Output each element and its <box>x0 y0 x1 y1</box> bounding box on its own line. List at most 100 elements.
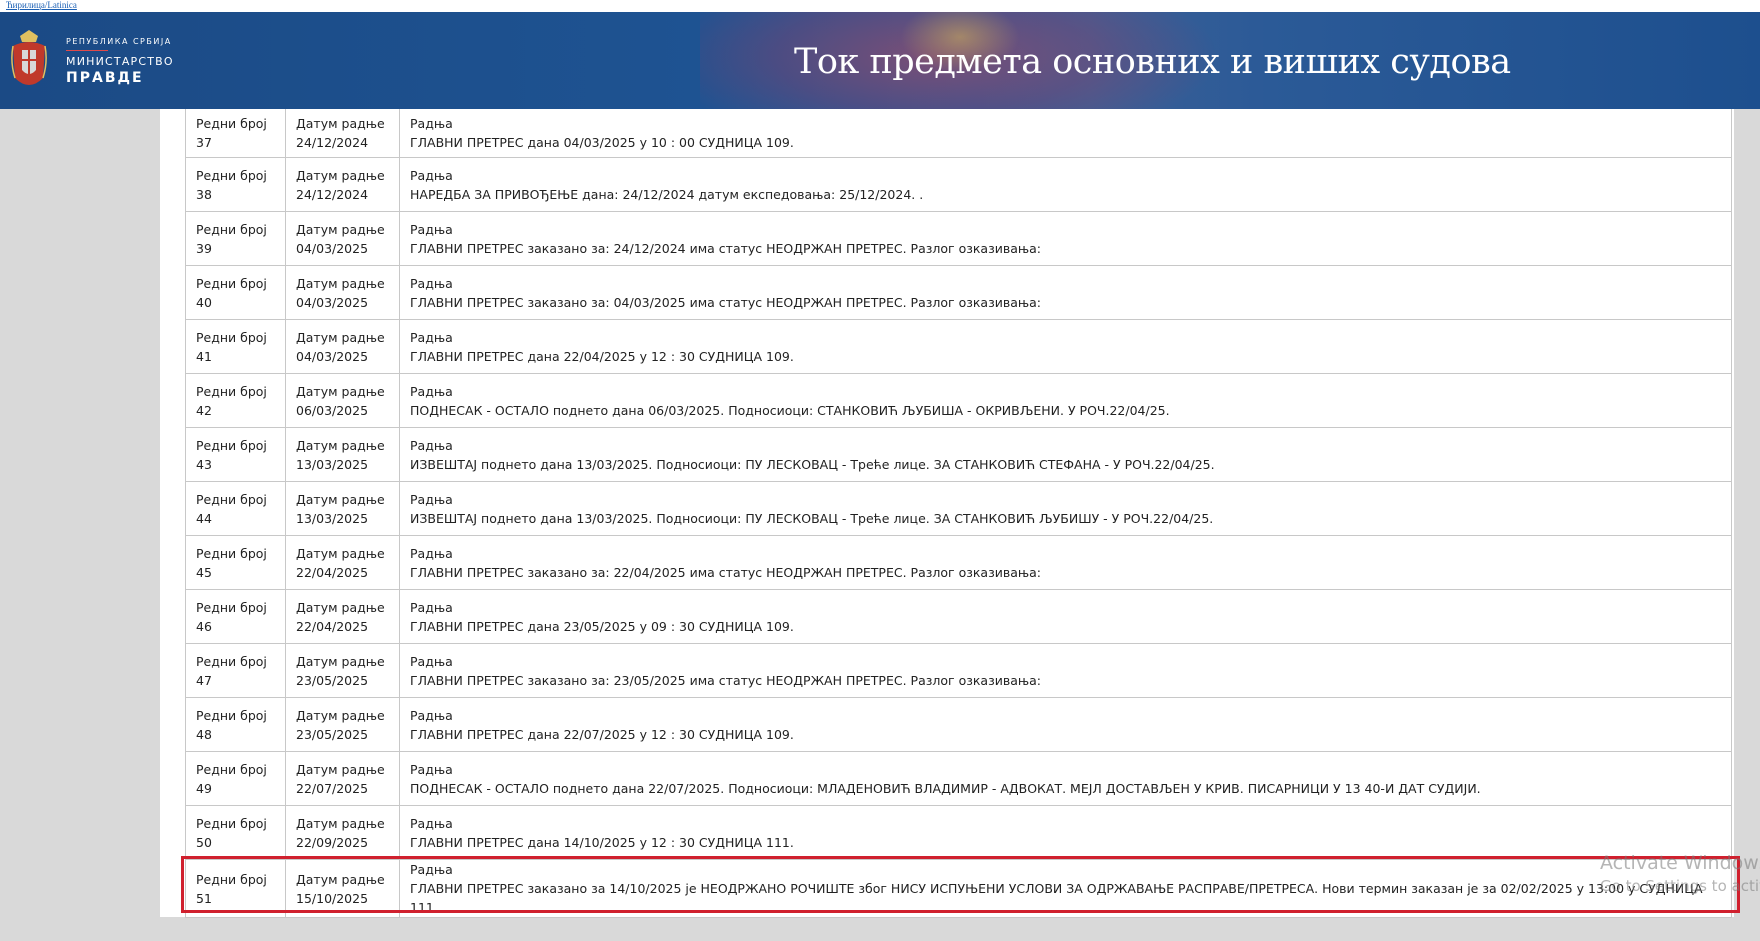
row-date-label: Датум радње <box>296 437 385 453</box>
row-date-label: Датум радње <box>296 383 385 399</box>
row-number-label: Редни број <box>196 491 267 507</box>
row-action-label: Радња <box>410 275 453 291</box>
row-number-cell: Редни број 37 <box>185 109 286 158</box>
row-action-cell: Радња ИЗВЕШТАЈ поднето дана 13/03/2025. П… <box>399 481 1732 536</box>
row-number-cell: Редни број 38 <box>185 157 286 212</box>
row-action-text: ГЛАВНИ ПРЕТРЕС дана 22/04/2025 у 12 : 30… <box>410 348 794 364</box>
row-date-cell: Датум радње 13/03/2025 <box>285 427 400 482</box>
row-action-cell: Радња ГЛАВНИ ПРЕТРЕС заказано за: 23/05/2… <box>399 643 1732 698</box>
row-number-value: 44 <box>196 510 212 526</box>
table-row: Редни број 49 Датум радње 22/07/2025 Радња ПО… <box>185 751 1732 806</box>
row-action-label: Радња <box>410 116 453 131</box>
table-row: Редни број 38 Датум радње 24/12/2024 Радња НА… <box>185 157 1732 212</box>
page-title: Ток предмета основних и виших судова <box>794 42 1511 82</box>
row-date-cell: Датум радње 22/09/2025 <box>285 805 400 860</box>
row-action-text: ПОДНЕСАК - ОСТАЛО поднето дана 06/03/202… <box>410 402 1170 418</box>
row-action-label: Радња <box>410 545 453 561</box>
row-action-cell: Радња ГЛАВНИ ПРЕТРЕС дана 22/04/2025 у 12… <box>399 319 1732 374</box>
row-date-cell: Датум радње 22/07/2025 <box>285 751 400 806</box>
row-action-label: Радња <box>410 221 453 237</box>
case-actions-table: Редни број 37 Датум радње 24/12/2024 Радња ГЛ… <box>185 109 1732 918</box>
row-number-label: Редни број <box>196 545 267 561</box>
table-row: Редни број 39 Датум радње 04/03/2025 Радња ГЛ… <box>185 211 1732 266</box>
row-date-value: 06/03/2025 <box>296 402 369 418</box>
row-number-label: Редни број <box>196 815 267 831</box>
row-action-text: ГЛАВНИ ПРЕТРЕС дана 22/07/2025 у 12 : 30… <box>410 726 794 742</box>
row-date-cell: Датум радње 24/12/2024 <box>285 109 400 158</box>
row-date-value: 04/03/2025 <box>296 294 369 310</box>
row-date-value: 22/04/2025 <box>296 618 369 634</box>
row-action-cell: Радња ГЛАВНИ ПРЕТРЕС дана 23/05/2025 у 09… <box>399 589 1732 644</box>
row-number-value: 45 <box>196 564 212 580</box>
row-action-label: Радња <box>410 761 453 777</box>
row-action-text: ПОДНЕСАК - ОСТАЛО поднето дана 22/07/202… <box>410 780 1481 796</box>
row-action-text: ГЛАВНИ ПРЕТРЕС заказано за: 23/05/2025 и… <box>410 672 1041 688</box>
row-action-label: Радња <box>410 167 453 183</box>
activation-watermark: Activate Windows Go to Settings to activ… <box>1600 852 1760 898</box>
row-number-label: Редни број <box>196 167 267 183</box>
row-date-value: 24/12/2024 <box>296 186 369 202</box>
row-date-value: 23/05/2025 <box>296 672 369 688</box>
row-date-cell: Датум радње 13/03/2025 <box>285 481 400 536</box>
row-action-cell: Радња ГЛАВНИ ПРЕТРЕС заказано за: 04/03/2… <box>399 265 1732 320</box>
row-action-label: Радња <box>410 329 453 345</box>
coat-of-arms-icon <box>11 30 47 85</box>
brand-divider <box>66 50 108 51</box>
row-date-cell: Датум радње 22/04/2025 <box>285 535 400 590</box>
row-number-label: Редни број <box>196 329 267 345</box>
row-date-value: 13/03/2025 <box>296 456 369 472</box>
row-date-value: 24/12/2024 <box>296 135 369 150</box>
row-action-cell: Радња ГЛАВНИ ПРЕТРЕС дана 14/10/2025 у 12… <box>399 805 1732 860</box>
table-row: Редни број 41 Датум радње 04/03/2025 Радња ГЛ… <box>185 319 1732 374</box>
row-action-cell: Радња ГЛАВНИ ПРЕТРЕС заказано за: 22/04/2… <box>399 535 1732 590</box>
highlight-box <box>181 856 1740 913</box>
row-number-cell: Редни број 45 <box>185 535 286 590</box>
row-action-text: ГЛАВНИ ПРЕТРЕС заказано за: 24/12/2024 и… <box>410 240 1041 256</box>
row-number-value: 42 <box>196 402 212 418</box>
row-number-cell: Редни број 46 <box>185 589 286 644</box>
row-number-value: 46 <box>196 618 212 634</box>
row-action-text: ГЛАВНИ ПРЕТРЕС заказано за: 22/04/2025 и… <box>410 564 1041 580</box>
row-number-value: 49 <box>196 780 212 796</box>
row-action-text: НАРЕДБА ЗА ПРИВОЂЕЊЕ дана: 24/12/2024 да… <box>410 186 924 202</box>
row-number-value: 48 <box>196 726 212 742</box>
row-date-label: Датум радње <box>296 491 385 507</box>
table-row: Редни број 50 Датум радње 22/09/2025 Радња ГЛ… <box>185 805 1732 860</box>
script-toggle-link[interactable]: Ћирилица/Latinica <box>6 0 77 11</box>
row-date-value: 23/05/2025 <box>296 726 369 742</box>
row-date-cell: Датум радње 22/04/2025 <box>285 589 400 644</box>
row-action-label: Радња <box>410 653 453 669</box>
row-number-label: Редни број <box>196 653 267 669</box>
site-header: РЕПУБЛИКА СРБИЈА МИНИСТАРСТВО ПРАВДЕ Ток… <box>0 12 1760 109</box>
row-number-value: 40 <box>196 294 212 310</box>
row-action-cell: Радња ПОДНЕСАК - ОСТАЛО поднето дана 22/0… <box>399 751 1732 806</box>
row-date-cell: Датум радње 24/12/2024 <box>285 157 400 212</box>
brand-justice: ПРАВДЕ <box>66 70 144 86</box>
row-date-value: 04/03/2025 <box>296 240 369 256</box>
row-number-cell: Редни број 47 <box>185 643 286 698</box>
row-action-cell: Радња НАРЕДБА ЗА ПРИВОЂЕЊЕ дана: 24/12/20… <box>399 157 1732 212</box>
row-action-label: Радња <box>410 707 453 723</box>
row-action-label: Радња <box>410 383 453 399</box>
row-number-label: Редни број <box>196 383 267 399</box>
row-date-cell: Датум радње 04/03/2025 <box>285 211 400 266</box>
row-number-cell: Редни број 49 <box>185 751 286 806</box>
row-number-cell: Редни број 48 <box>185 697 286 752</box>
row-number-value: 43 <box>196 456 212 472</box>
table-row: Редни број 44 Датум радње 13/03/2025 Радња ИЗ… <box>185 481 1732 536</box>
row-date-value: 04/03/2025 <box>296 348 369 364</box>
row-number-value: 39 <box>196 240 212 256</box>
ministry-brand[interactable]: РЕПУБЛИКА СРБИЈА МИНИСТАРСТВО ПРАВДЕ <box>66 37 174 87</box>
row-number-cell: Редни број 44 <box>185 481 286 536</box>
row-action-label: Радња <box>410 491 453 507</box>
row-date-label: Датум радње <box>296 116 385 131</box>
row-date-label: Датум радње <box>296 221 385 237</box>
row-action-cell: Радња ГЛАВНИ ПРЕТРЕС заказано за: 24/12/2… <box>399 211 1732 266</box>
row-number-cell: Редни број 43 <box>185 427 286 482</box>
brand-ministry: МИНИСТАРСТВО <box>66 55 174 68</box>
row-number-value: 37 <box>196 135 212 150</box>
table-row: Редни број 43 Датум радње 13/03/2025 Радња ИЗ… <box>185 427 1732 482</box>
watermark-title: Activate Windows <box>1600 852 1760 874</box>
row-action-cell: Радња ГЛАВНИ ПРЕТРЕС дана 04/03/2025 у 10… <box>399 109 1732 158</box>
row-date-value: 22/07/2025 <box>296 780 369 796</box>
